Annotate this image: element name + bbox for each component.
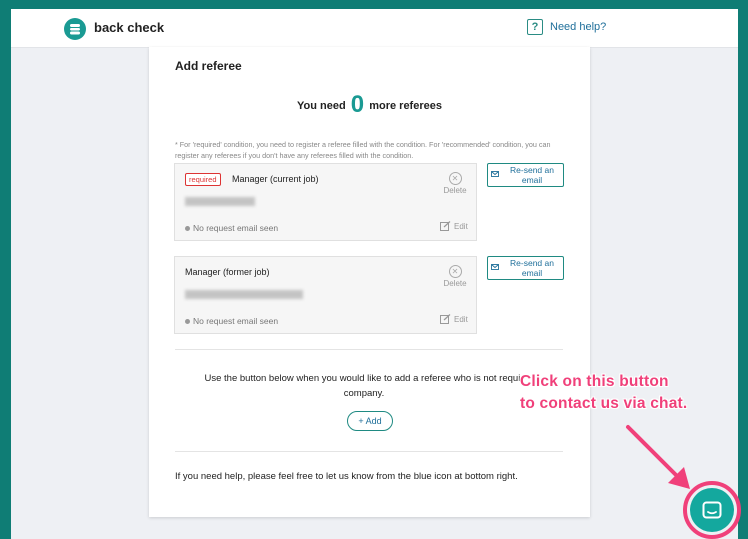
edit-label: Edit — [454, 314, 468, 324]
condition-note: * For 'required' condition, you need to … — [175, 140, 551, 160]
need-help-button[interactable]: ? Need help? — [527, 19, 606, 35]
delete-label: Delete — [443, 279, 467, 288]
back-check-logo-icon — [64, 18, 86, 40]
referee-name-redacted — [185, 290, 303, 299]
delete-button[interactable]: ✕ Delete — [435, 172, 475, 195]
divider — [175, 451, 563, 452]
required-badge: required — [185, 173, 221, 186]
divider — [175, 349, 563, 350]
logo-text: back check — [94, 20, 165, 35]
resend-email-button-1[interactable]: Re-send an email — [487, 163, 564, 187]
edit-button[interactable]: Edit — [440, 221, 468, 231]
request-status: No request email seen — [185, 223, 278, 233]
chat-button[interactable] — [690, 488, 734, 532]
mail-icon — [491, 171, 499, 177]
status-dot-icon — [185, 225, 190, 231]
status-dot-icon — [185, 318, 190, 324]
top-header: back check ? Need help? — [11, 9, 738, 48]
referee-card-2: Manager (former job) ✕ Delete No request… — [174, 256, 477, 334]
mail-icon — [491, 264, 499, 270]
footer-help-text: If you need help, please feel free to le… — [175, 471, 518, 482]
need-help-label: Need help? — [550, 21, 607, 33]
instructions-line-2: company. — [343, 388, 385, 399]
callout-line-1: Click on this button — [520, 373, 669, 390]
edit-label: Edit — [454, 221, 468, 231]
edit-icon — [440, 314, 451, 324]
close-circle-icon: ✕ — [448, 265, 462, 278]
edit-button[interactable]: Edit — [440, 314, 468, 324]
need-prefix: You need — [297, 100, 346, 112]
page-title: Add referee — [175, 59, 242, 73]
referee-name-redacted — [185, 197, 255, 206]
status-text: No request email seen — [193, 316, 279, 326]
resend-label: Re-send an email — [510, 258, 554, 278]
instructions-line-1: Use the button below when you would like… — [204, 373, 524, 384]
need-suffix: more referees — [369, 100, 442, 112]
chat-callout-annotation: Click on this button to contact us via c… — [520, 371, 687, 415]
add-referee-instructions: Use the button below when you would like… — [169, 371, 559, 401]
chat-bubble-icon — [702, 501, 722, 519]
resend-label: Re-send an email — [510, 165, 554, 185]
question-icon: ? — [527, 19, 543, 35]
arrow-annotation-icon — [626, 425, 690, 489]
close-circle-icon: ✕ — [448, 172, 462, 185]
delete-button[interactable]: ✕ Delete — [435, 265, 475, 288]
callout-line-2: to contact us via chat. — [520, 395, 688, 412]
resend-email-button-2[interactable]: Re-send an email — [487, 256, 564, 280]
add-referee-button[interactable]: + Add — [347, 411, 393, 431]
edit-icon — [440, 221, 451, 231]
request-status: No request email seen — [185, 316, 278, 326]
need-count: 0 — [350, 91, 365, 118]
referee-card-1: required Manager (current job) ✕ Delete … — [174, 163, 477, 241]
referee-role: Manager (former job) — [185, 267, 270, 277]
add-referee-card: Add referee You need 0 more referees * F… — [149, 47, 590, 517]
status-text: No request email seen — [193, 223, 279, 233]
referee-role: Manager (current job) — [232, 174, 319, 184]
referees-needed-line: You need 0 more referees — [149, 91, 590, 119]
delete-label: Delete — [443, 186, 467, 195]
